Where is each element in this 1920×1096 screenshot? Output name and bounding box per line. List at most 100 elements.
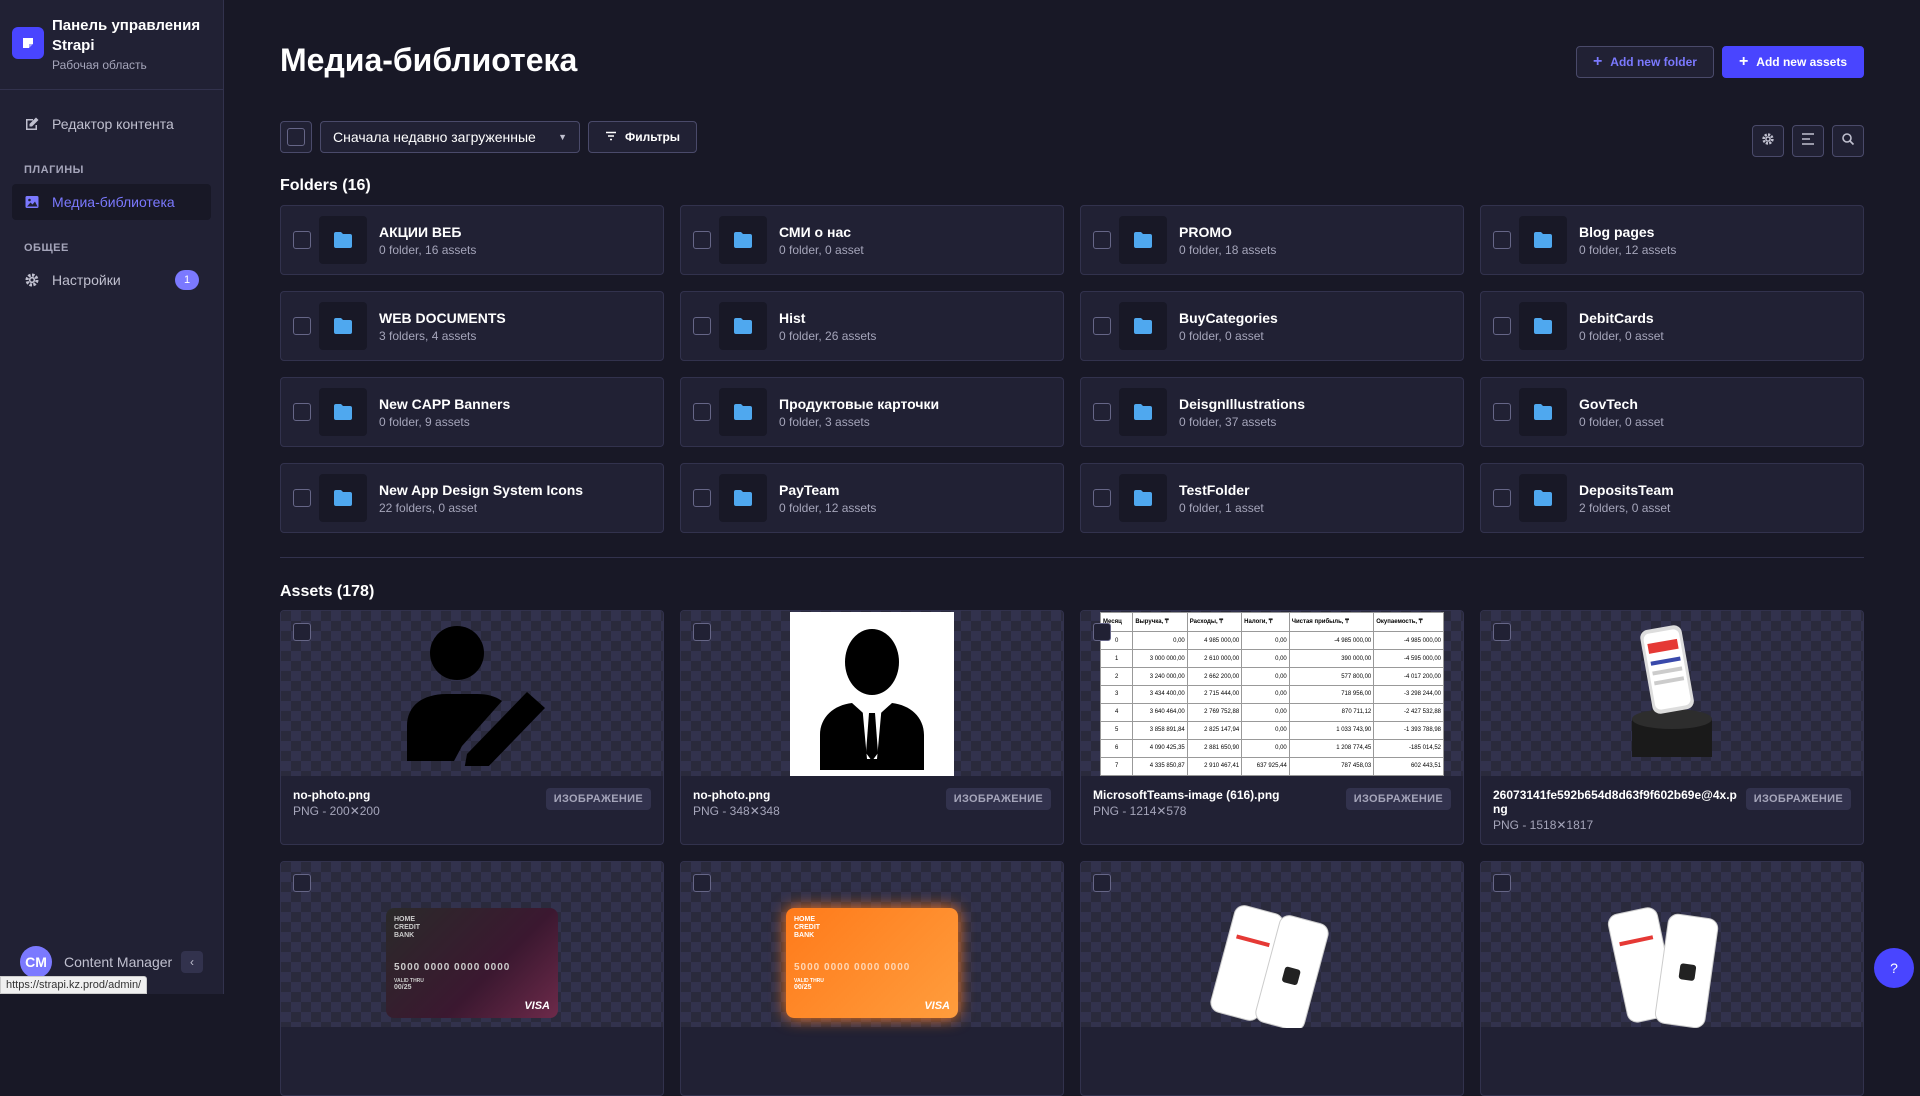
asset-thumbnail — [681, 611, 1063, 776]
folder-checkbox[interactable] — [693, 403, 711, 421]
folder-checkbox[interactable] — [293, 231, 311, 249]
asset-card[interactable]: no-photo.png PNG - 200✕200 ИЗОБРАЖЕНИЕ — [280, 610, 664, 845]
asset-card[interactable] — [1480, 861, 1864, 1096]
folder-card[interactable]: DebitCards0 folder, 0 asset — [1480, 291, 1864, 361]
asset-card[interactable]: no-photo.png PNG - 348✕348 ИЗОБРАЖЕНИЕ — [680, 610, 1064, 845]
table-cell: 390 000,00 — [1289, 650, 1373, 668]
asset-checkbox[interactable] — [1093, 874, 1111, 892]
asset-name: no-photo.png — [293, 788, 380, 802]
add-assets-button[interactable]: + Add new assets — [1722, 46, 1864, 78]
settings-button[interactable] — [1752, 125, 1784, 157]
folder-name: New App Design System Icons — [379, 482, 583, 498]
user-menu[interactable]: CM Content Manager — [20, 946, 172, 978]
asset-card[interactable]: МесяцВыручка, ₸Расходы, ₸Налоги, ₸Чистая… — [1080, 610, 1464, 845]
phones-image — [1202, 898, 1342, 1028]
folder-checkbox[interactable] — [293, 403, 311, 421]
nav-section-plugins: ПЛАГИНЫ — [12, 146, 211, 184]
folder-checkbox[interactable] — [293, 317, 311, 335]
sort-select[interactable]: Сначала недавно загруженные ▼ — [320, 121, 580, 153]
caret-down-icon: ▼ — [558, 132, 567, 142]
search-button[interactable] — [1832, 125, 1864, 157]
folder-card[interactable]: Hist0 folder, 26 assets — [680, 291, 1064, 361]
table-cell: 2 910 467,41 — [1187, 757, 1241, 775]
asset-card[interactable]: HOME CREDIT BANK 5000 0000 0000 0000 VAL… — [280, 861, 664, 1096]
help-button[interactable]: ? — [1874, 948, 1914, 988]
folder-card[interactable]: Blog pages0 folder, 12 assets — [1480, 205, 1864, 275]
folder-checkbox[interactable] — [1093, 403, 1111, 421]
folder-card[interactable]: WEB DOCUMENTS3 folders, 4 assets — [280, 291, 664, 361]
nav-content-editor[interactable]: Редактор контента — [12, 106, 211, 142]
folder-meta: 0 folder, 1 asset — [1179, 501, 1264, 515]
table-cell: 1 208 774,45 — [1289, 739, 1373, 757]
table-cell: 3 — [1101, 686, 1133, 704]
list-view-button[interactable] — [1792, 125, 1824, 157]
table-cell: 4 — [1101, 703, 1133, 721]
folder-card[interactable]: PayTeam0 folder, 12 assets — [680, 463, 1064, 533]
folder-card[interactable]: TestFolder0 folder, 1 asset — [1080, 463, 1464, 533]
folder-card[interactable]: Продуктовые карточки0 folder, 3 assets — [680, 377, 1064, 447]
folder-card[interactable]: New App Design System Icons 22 folders, 0… — [280, 463, 664, 533]
folder-checkbox[interactable] — [1093, 489, 1111, 507]
folder-name: PROMO — [1179, 224, 1276, 240]
card-expiry: 00/25 — [394, 984, 550, 991]
asset-checkbox[interactable] — [1493, 874, 1511, 892]
image-icon — [24, 194, 40, 210]
person-icon — [790, 612, 954, 776]
asset-card[interactable]: 26073141fe592b654d8d63f9f602b69e@4x.png … — [1480, 610, 1864, 845]
folder-icon — [1119, 216, 1167, 264]
asset-checkbox[interactable] — [293, 874, 311, 892]
asset-checkbox[interactable] — [693, 623, 711, 641]
table-cell: 2 610 000,00 — [1187, 650, 1241, 668]
folder-card[interactable]: DepositsTeam2 folders, 0 asset — [1480, 463, 1864, 533]
nav-section-general: ОБЩЕЕ — [12, 224, 211, 262]
asset-card[interactable] — [1080, 861, 1464, 1096]
folder-icon — [719, 302, 767, 350]
page-title: Медиа-библиотека — [280, 42, 577, 79]
folder-checkbox[interactable] — [1093, 317, 1111, 335]
folder-checkbox[interactable] — [1093, 231, 1111, 249]
filters-button[interactable]: Фильтры — [588, 121, 697, 153]
folder-card[interactable]: GovTech0 folder, 0 asset — [1480, 377, 1864, 447]
folder-card[interactable]: PROMO0 folder, 18 assets — [1080, 205, 1464, 275]
folder-card[interactable]: New CAPP Banners0 folder, 9 assets — [280, 377, 664, 447]
add-folder-button[interactable]: + Add new folder — [1576, 46, 1714, 78]
table-cell: 0,00 — [1133, 632, 1187, 650]
table-cell: 787 458,03 — [1289, 757, 1373, 775]
table-cell: -3 298 244,00 — [1374, 686, 1444, 704]
question-icon: ? — [1890, 960, 1898, 976]
asset-checkbox[interactable] — [1493, 623, 1511, 641]
folder-card[interactable]: DeisgnIllustrations0 folder, 37 assets — [1080, 377, 1464, 447]
folder-checkbox[interactable] — [1493, 403, 1511, 421]
folder-card[interactable]: BuyCategories0 folder, 0 asset — [1080, 291, 1464, 361]
nav-content-editor-label: Редактор контента — [52, 116, 174, 132]
asset-checkbox[interactable] — [293, 623, 311, 641]
folder-checkbox[interactable] — [693, 489, 711, 507]
folder-checkbox[interactable] — [1493, 489, 1511, 507]
asset-meta: PNG - 200✕200 — [293, 804, 380, 818]
folder-card[interactable]: СМИ о нас0 folder, 0 asset — [680, 205, 1064, 275]
folder-name: BuyCategories — [1179, 310, 1278, 326]
asset-card[interactable]: HOME CREDIT BANK 5000 0000 0000 0000 VAL… — [680, 861, 1064, 1096]
folder-checkbox[interactable] — [693, 231, 711, 249]
table-cell: 0,00 — [1242, 650, 1290, 668]
folder-meta: 22 folders, 0 asset — [379, 501, 583, 515]
table-cell: 1 — [1101, 650, 1133, 668]
folder-checkbox[interactable] — [693, 317, 711, 335]
asset-checkbox[interactable] — [693, 874, 711, 892]
filters-label: Фильтры — [625, 130, 680, 144]
asset-name: MicrosoftTeams-image (616).png — [1093, 788, 1279, 802]
sidebar: Панель управления Strapi Рабочая область… — [0, 0, 224, 994]
select-all-checkbox[interactable] — [280, 121, 312, 153]
asset-checkbox[interactable] — [1093, 623, 1111, 641]
folder-checkbox[interactable] — [1493, 231, 1511, 249]
collapse-sidebar-button[interactable]: ‹ — [181, 951, 203, 973]
settings-badge: 1 — [175, 270, 199, 290]
nav-settings[interactable]: Настройки 1 — [12, 262, 211, 298]
nav-media-library[interactable]: Медиа-библиотека — [12, 184, 211, 220]
table-row: 13 000 000,002 610 000,000,00390 000,00-… — [1101, 650, 1444, 668]
folder-card[interactable]: АКЦИИ ВЕБ0 folder, 16 assets — [280, 205, 664, 275]
table-cell: -4 017 200,00 — [1374, 668, 1444, 686]
folder-checkbox[interactable] — [293, 489, 311, 507]
folder-name: Продуктовые карточки — [779, 396, 939, 412]
folder-checkbox[interactable] — [1493, 317, 1511, 335]
